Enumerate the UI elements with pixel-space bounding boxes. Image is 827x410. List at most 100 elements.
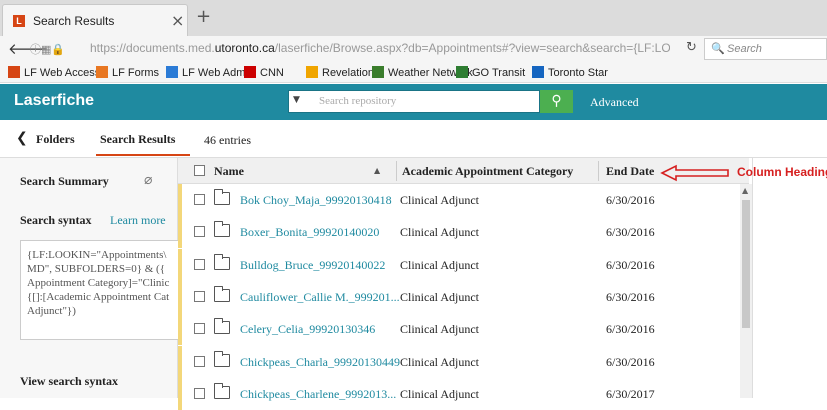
bookmark-label: Toronto Star	[548, 67, 608, 79]
table-row[interactable]: Bulldog_Bruce_99920140022 Clinical Adjunc…	[178, 248, 749, 281]
browser-url-bar: 🡐 ⓘ▦🔒 https://documents.med.utoronto.ca/…	[0, 36, 827, 62]
bookmark-icon	[8, 66, 20, 78]
chevron-left-icon[interactable]: ❮	[16, 130, 28, 146]
row-name-link[interactable]: Chickpeas_Charlene_9992013...	[240, 387, 396, 402]
url-prefix: https://documents.med.	[90, 41, 215, 55]
bookmark-item[interactable]: CNN	[244, 66, 284, 79]
bookmark-item[interactable]: LF Web Access	[8, 66, 100, 79]
row-status-stripe	[178, 313, 182, 346]
view-search-syntax-toggle[interactable]: View search syntax	[20, 374, 118, 389]
repository-search-input[interactable]: ▼ Search repository	[288, 90, 540, 113]
pin-icon[interactable]: ⌀	[144, 172, 152, 188]
select-all-checkbox[interactable]	[194, 165, 205, 176]
search-icon: ⚲	[551, 93, 562, 109]
row-end-date: 6/30/2016	[606, 257, 655, 272]
entry-count: 46 entries	[204, 133, 251, 147]
column-header-category[interactable]: Academic Appointment Category	[402, 164, 573, 179]
bookmark-icon	[372, 66, 384, 78]
row-category: Clinical Adjunct	[400, 257, 479, 272]
bookmark-item[interactable]: LF Web Admin	[166, 66, 254, 79]
browser-search-placeholder: Search	[727, 43, 762, 55]
url-input[interactable]: https://documents.med.utoronto.ca/laserf…	[90, 41, 670, 55]
folder-icon	[213, 253, 230, 270]
bookmark-label: CNN	[260, 67, 284, 79]
folder-icon	[213, 350, 230, 367]
row-end-date: 6/30/2016	[606, 225, 655, 240]
row-status-stripe	[178, 280, 182, 313]
new-tab-button[interactable]: +	[196, 6, 211, 27]
sort-ascending-icon[interactable]: ▲	[374, 166, 380, 175]
browser-tab[interactable]: L Search Results ×	[2, 4, 188, 36]
search-summary-title: Search Summary	[20, 174, 109, 188]
learn-more-link[interactable]: Learn more	[110, 213, 166, 228]
row-checkbox[interactable]	[194, 323, 205, 335]
bookmark-item[interactable]: Revelation	[306, 66, 374, 79]
row-name-link[interactable]: Celery_Celia_99920130346	[240, 322, 375, 337]
bookmark-item[interactable]: Toronto Star	[532, 66, 608, 79]
search-scope-dropdown-icon[interactable]: ▼	[293, 95, 300, 105]
laserfiche-logo[interactable]: Laserfiche	[14, 92, 94, 110]
browser-search-input[interactable]: 🔍 Search	[704, 38, 827, 60]
table-row[interactable]: Chickpeas_Charlene_9992013... Clinical Ad…	[178, 377, 749, 410]
search-icon: 🔍	[711, 42, 725, 55]
bookmark-icon	[166, 66, 178, 78]
row-category: Clinical Adjunct	[400, 386, 479, 401]
annotation-arrow-icon	[660, 164, 729, 182]
table-row[interactable]: Boxer_Bonita_99920140020 Clinical Adjunct…	[178, 216, 749, 249]
scroll-up-icon[interactable]: ▲	[742, 186, 748, 195]
app-header: Laserfiche ▼ Search repository ⚲ Advance…	[0, 84, 827, 120]
bookmark-item[interactable]: LF Forms	[96, 66, 159, 79]
url-rest: /laserfiche/Browse.aspx?db=Appointments#…	[274, 41, 670, 55]
laserfiche-favicon-icon: L	[13, 15, 25, 27]
table-row[interactable]: Chickpeas_Charla_99920130449 Clinical Adj…	[178, 345, 749, 378]
search-syntax-textarea[interactable]: {LF:LOOKIN="Appointments\ MD", SUBFOLDER…	[20, 240, 178, 340]
row-checkbox[interactable]	[194, 290, 205, 302]
row-category: Clinical Adjunct	[400, 289, 479, 304]
advanced-search-link[interactable]: Advanced	[590, 95, 639, 110]
row-checkbox[interactable]	[194, 226, 205, 238]
grid-scrollbar[interactable]: ▲	[740, 184, 752, 398]
active-breadcrumb-underline	[96, 154, 190, 156]
tab-close-icon[interactable]: ×	[171, 11, 184, 30]
breadcrumb-search-results[interactable]: Search Results	[100, 132, 175, 147]
url-domain: utoronto.ca	[214, 41, 275, 55]
table-row[interactable]: Celery_Celia_99920130346 Clinical Adjunct…	[178, 313, 749, 346]
repository-search-button[interactable]: ⚲	[540, 90, 573, 113]
column-header-end-date[interactable]: End Date	[606, 164, 654, 179]
row-checkbox[interactable]	[194, 194, 205, 205]
bookmark-label: LF Web Access	[24, 67, 101, 79]
row-name-link[interactable]: Bok Choy_Maja_99920130418	[240, 193, 392, 208]
row-checkbox[interactable]	[194, 387, 205, 399]
right-pane	[752, 158, 827, 398]
table-row[interactable]: Bok Choy_Maja_99920130418 Clinical Adjunc…	[178, 184, 749, 216]
bookmark-icon	[244, 66, 256, 78]
row-end-date: 6/30/2016	[606, 289, 655, 304]
column-header-name[interactable]: Name	[214, 164, 244, 179]
row-name-link[interactable]: Chickpeas_Charla_99920130449	[240, 355, 400, 370]
row-end-date: 6/30/2017	[606, 386, 655, 401]
bookmark-label: Revelation	[322, 67, 374, 79]
table-row[interactable]: Cauliflower_Callie M._999201... Clinical …	[178, 280, 749, 313]
bookmarks-bar: LF Web Access LF Forms LF Web Admin CNN Reve…	[0, 62, 827, 83]
row-category: Clinical Adjunct	[400, 322, 479, 337]
scrollbar-thumb[interactable]	[742, 200, 750, 328]
folder-icon	[213, 221, 230, 238]
row-checkbox[interactable]	[194, 355, 205, 367]
row-name-link[interactable]: Cauliflower_Callie M._999201...	[240, 290, 400, 305]
bookmark-label: GO Transit	[472, 67, 526, 79]
row-name-link[interactable]: Boxer_Bonita_99920140020	[240, 225, 379, 240]
repository-search-placeholder: Search repository	[319, 95, 397, 107]
search-syntax-title: Search syntax	[20, 213, 92, 227]
column-divider[interactable]	[598, 161, 599, 181]
reload-icon[interactable]: ↻	[686, 40, 697, 55]
breadcrumb-folders-link[interactable]: Folders	[36, 132, 75, 147]
folder-icon	[213, 285, 230, 302]
bookmark-icon	[532, 66, 544, 78]
site-info-lock-icon[interactable]: ⓘ▦🔒	[30, 41, 65, 57]
row-name-link[interactable]: Bulldog_Bruce_99920140022	[240, 258, 385, 273]
folder-icon	[213, 189, 230, 205]
tab-title: Search Results	[33, 14, 115, 28]
row-checkbox[interactable]	[194, 258, 205, 270]
column-divider[interactable]	[396, 161, 397, 181]
bookmark-item[interactable]: GO Transit	[456, 66, 525, 79]
